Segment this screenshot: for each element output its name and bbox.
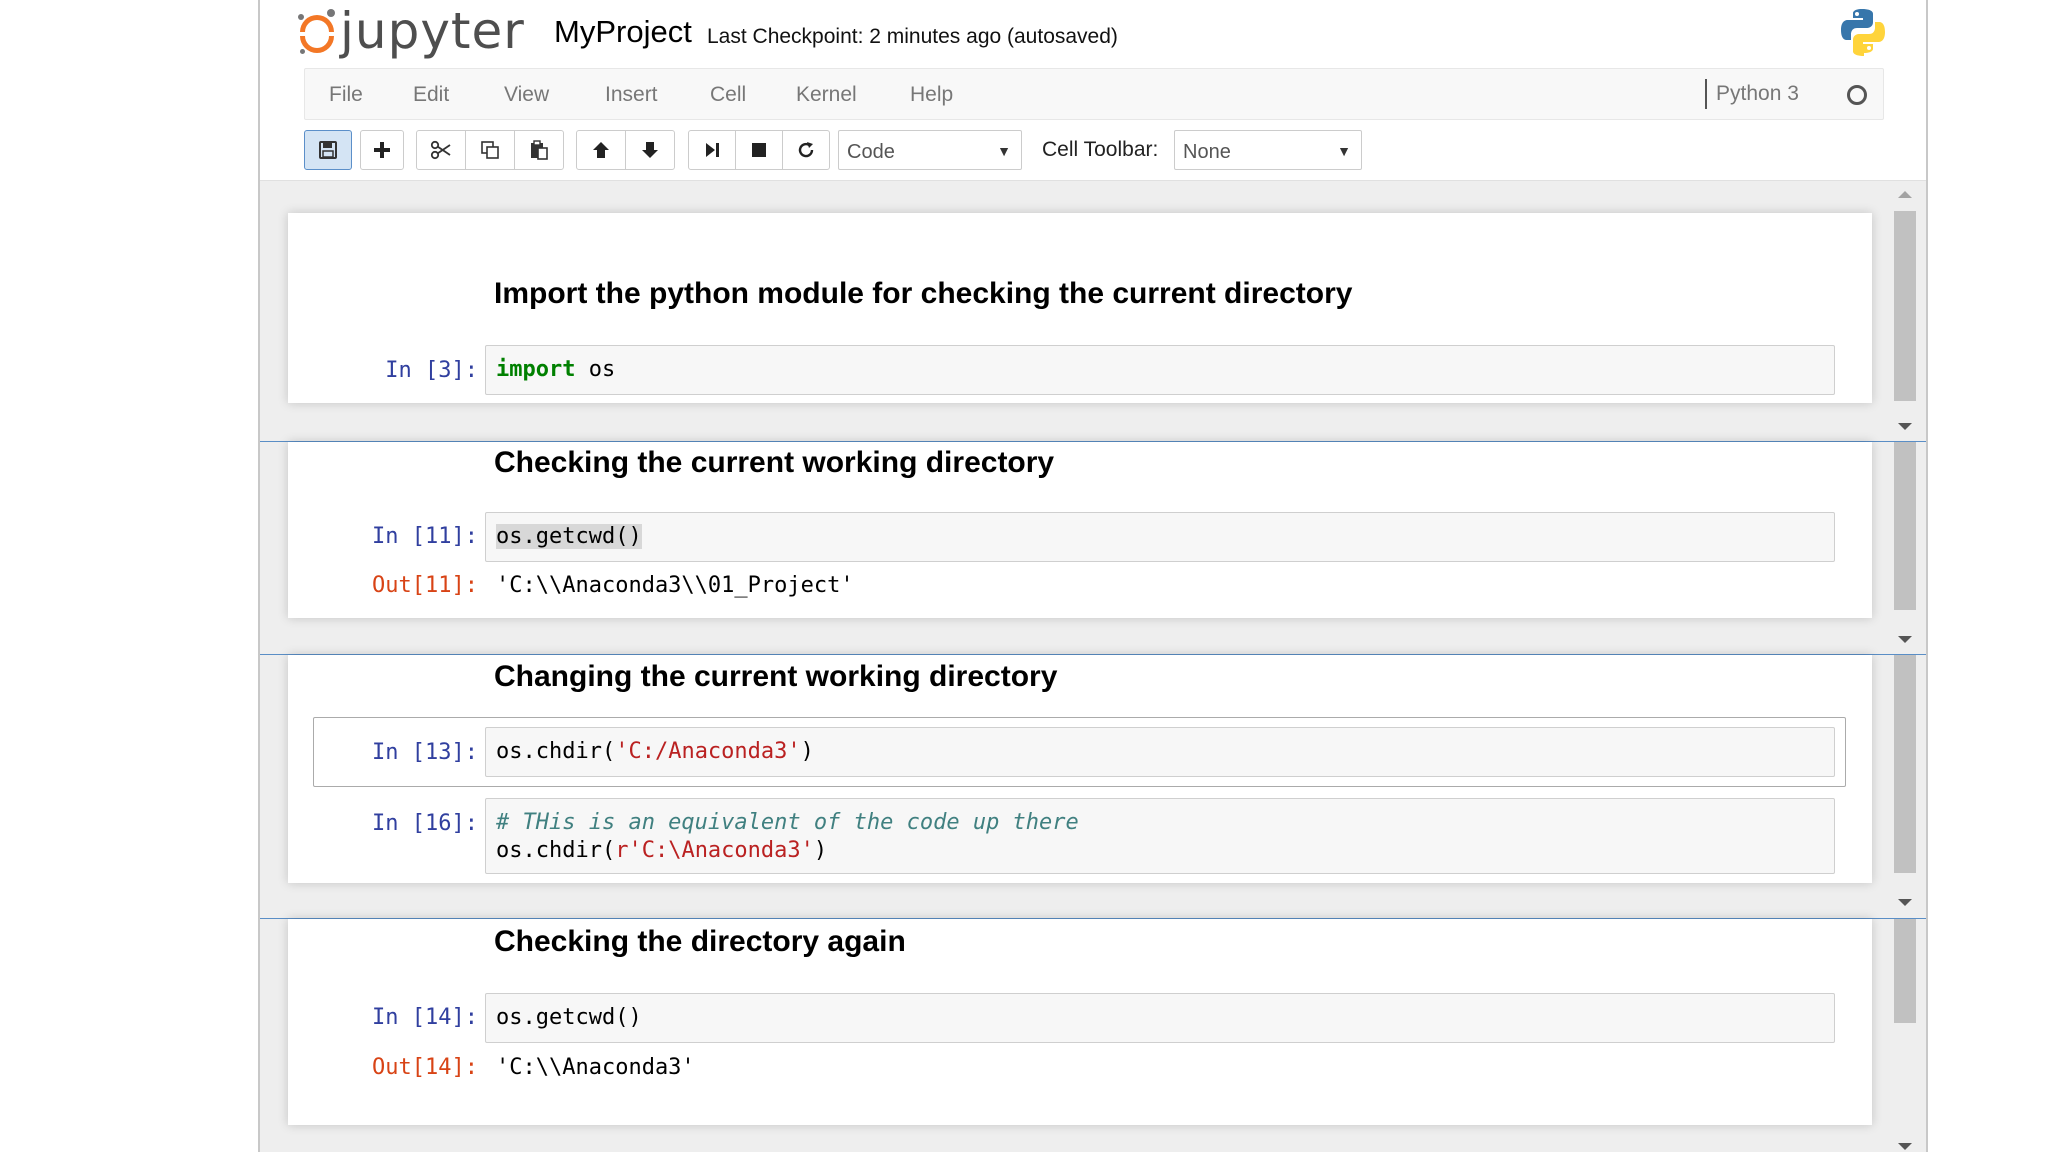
code-keyword: import: [496, 357, 576, 382]
scrollbar[interactable]: [1894, 442, 1916, 647]
cell-toolbar-select[interactable]: None ▼: [1174, 130, 1362, 170]
menubar: File Edit View Insert Cell Kernel Help P…: [304, 68, 1884, 120]
paste-button[interactable]: [514, 130, 564, 170]
kernel-separator: [1705, 79, 1707, 109]
code-cell[interactable]: os.getcwd(): [485, 993, 1835, 1043]
header: jupyter MyProject Last Checkpoint: 2 min…: [260, 0, 1926, 68]
step-forward-icon: [706, 143, 719, 157]
input-prompt: In [13]:: [372, 740, 478, 765]
arrow-up-icon: [593, 142, 609, 158]
paste-icon: [531, 140, 548, 160]
input-prompt: In [14]:: [372, 1005, 478, 1030]
code-cell[interactable]: os.chdir('C:/Anaconda3'): [485, 727, 1835, 777]
cell-output: 'C:\\Anaconda3': [496, 1055, 695, 1080]
scrollbar[interactable]: [1894, 919, 1916, 1152]
code-text: ): [800, 739, 814, 764]
input-prompt: In [11]:: [372, 524, 478, 549]
jupyter-logo-icon: [298, 9, 335, 55]
code-string: 'C:/Anaconda3': [615, 739, 801, 764]
move-up-button[interactable]: [576, 130, 626, 170]
markdown-heading: Checking the directory again: [494, 925, 906, 958]
logo-text: jupyter: [340, 2, 525, 60]
code-cell[interactable]: import os: [485, 345, 1835, 395]
markdown-heading: Import the python module for checking th…: [494, 277, 1353, 310]
cut-button[interactable]: [416, 130, 466, 170]
code-text: os: [575, 357, 616, 382]
notebook-page: Checking the directory again In [14]: os…: [288, 919, 1872, 1125]
notebook-page: Import the python module for checking th…: [288, 213, 1872, 403]
restart-button[interactable]: [782, 130, 830, 170]
markdown-heading: Checking the current working directory: [494, 446, 1055, 479]
menu-view[interactable]: View: [504, 83, 549, 107]
cell-toolbar-value: None: [1183, 141, 1231, 163]
jupyter-logo[interactable]: jupyter: [298, 2, 525, 62]
notebook-window: jupyter MyProject Last Checkpoint: 2 min…: [258, 0, 1928, 1152]
refresh-icon: [798, 142, 814, 158]
code-text: ): [813, 838, 828, 863]
insert-cell-button[interactable]: [360, 130, 404, 170]
menu-cell[interactable]: Cell: [710, 83, 746, 107]
move-down-button[interactable]: [625, 130, 675, 170]
arrow-down-icon: [642, 142, 658, 158]
scrollbar[interactable]: [1894, 191, 1916, 431]
notebook-body: Import the python module for checking th…: [260, 181, 1926, 1152]
code-cell[interactable]: # THis is an equivalent of the code up t…: [485, 798, 1835, 874]
cell-type-select[interactable]: Code ▼: [838, 130, 1022, 170]
notebook-name[interactable]: MyProject: [554, 14, 692, 50]
scroll-down-icon[interactable]: [1898, 636, 1912, 643]
markdown-heading: Changing the current working directory: [494, 660, 1058, 693]
chevron-down-icon: ▼: [1337, 143, 1351, 159]
run-button[interactable]: [688, 130, 736, 170]
chevron-down-icon: ▼: [997, 143, 1011, 159]
notebook-page: Changing the current working directory I…: [288, 655, 1872, 883]
notebook-panel: Checking the directory again In [14]: os…: [260, 918, 1926, 1152]
scissors-icon: [430, 140, 451, 160]
kernel-name[interactable]: Python 3: [1716, 82, 1799, 106]
scroll-down-icon[interactable]: [1898, 423, 1912, 430]
python-logo-icon: [1841, 9, 1885, 56]
copy-icon: [481, 141, 499, 159]
scrollbar[interactable]: [1894, 655, 1916, 911]
menu-kernel[interactable]: Kernel: [796, 83, 857, 107]
toolbar: Code ▼ Cell Toolbar: None ▼: [304, 126, 1884, 174]
stop-icon: [752, 143, 766, 157]
notebook-page: Checking the current working directory I…: [288, 442, 1872, 618]
notebook-panel: Import the python module for checking th…: [260, 181, 1926, 441]
input-prompt: In [3]:: [385, 358, 478, 383]
save-button[interactable]: [304, 130, 352, 170]
plus-icon: [374, 142, 390, 158]
notebook-panel: Checking the current working directory I…: [260, 441, 1926, 654]
cell-type-value: Code: [847, 141, 895, 163]
scrollbar-thumb[interactable]: [1894, 919, 1916, 1023]
copy-button[interactable]: [465, 130, 515, 170]
checkpoint-status: Last Checkpoint: 2 minutes ago (autosave…: [707, 25, 1118, 48]
scrollbar-thumb[interactable]: [1894, 442, 1916, 610]
input-prompt: In [16]:: [372, 811, 478, 836]
cell-toolbar-label: Cell Toolbar:: [1042, 138, 1159, 161]
scroll-down-icon[interactable]: [1898, 899, 1912, 906]
output-prompt: Out[14]:: [372, 1055, 478, 1080]
scroll-down-icon[interactable]: [1898, 1143, 1912, 1150]
code-text: os.getcwd(): [496, 1005, 642, 1030]
scrollbar-thumb[interactable]: [1894, 211, 1916, 401]
cell-output: 'C:\\Anaconda3\\01_Project': [496, 573, 854, 598]
code-cell[interactable]: os.getcwd(): [485, 512, 1835, 562]
code-text: os.chdir(: [496, 838, 616, 863]
scrollbar-thumb[interactable]: [1894, 655, 1916, 873]
notebook-panel: Changing the current working directory I…: [260, 654, 1926, 918]
menu-file[interactable]: File: [329, 83, 363, 107]
code-text: os.chdir(: [496, 739, 616, 764]
code-string: r'C:\Anaconda3': [615, 838, 814, 863]
menu-insert[interactable]: Insert: [605, 83, 658, 107]
save-icon: [319, 141, 337, 159]
menu-edit[interactable]: Edit: [413, 83, 449, 107]
interrupt-button[interactable]: [735, 130, 783, 170]
kernel-idle-icon: [1847, 85, 1867, 105]
scroll-up-icon[interactable]: [1898, 191, 1912, 198]
code-comment: # THis is an equivalent of the code up t…: [496, 810, 1079, 835]
menu-help[interactable]: Help: [910, 83, 953, 107]
code-text: os.getcwd(): [496, 524, 642, 549]
output-prompt: Out[11]:: [372, 573, 478, 598]
